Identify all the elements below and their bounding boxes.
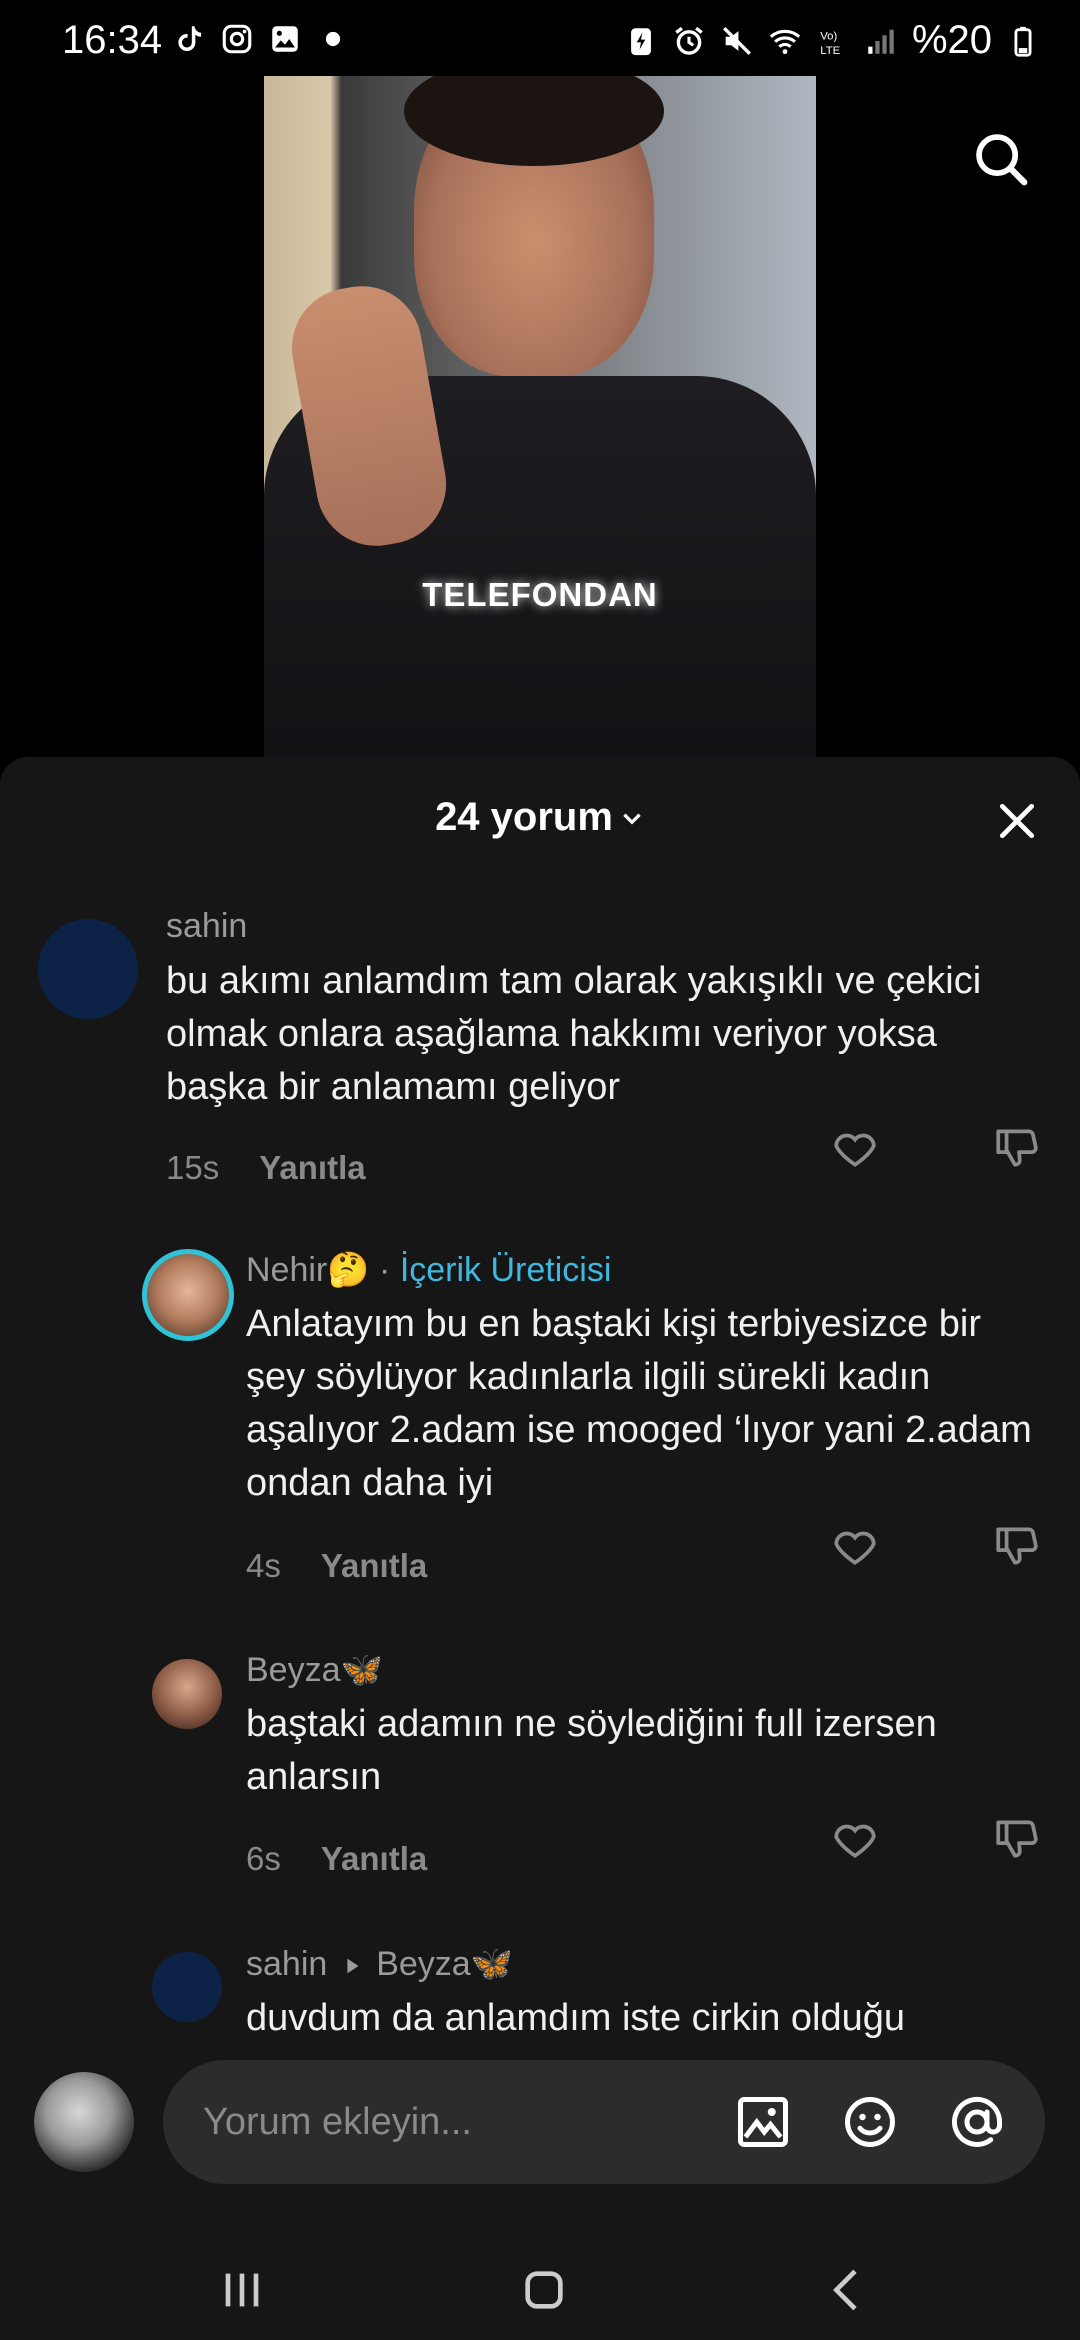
comment-username-text: Nehir🤔 <box>246 1251 370 1289</box>
comment-username[interactable]: sahin Beyza🦋 <box>246 1944 513 1984</box>
like-icon[interactable] <box>830 1123 880 1173</box>
reply-button[interactable]: Yanıtla <box>321 1840 427 1877</box>
comment-meta: 15s Yanıtla <box>166 1149 366 1187</box>
status-left-icons <box>172 22 350 56</box>
mute-icon <box>722 26 751 55</box>
battery-icon <box>1014 26 1032 57</box>
wifi-icon <box>769 29 801 54</box>
avatar[interactable] <box>152 1659 222 1729</box>
back-icon[interactable] <box>820 2262 876 2318</box>
status-bar: 16:34 Vo) LTE %20 <box>0 0 1080 80</box>
creator-badge: İçerik Üreticisi <box>399 1251 612 1289</box>
reply-button[interactable]: Yanıtla <box>321 1547 427 1584</box>
recent-apps-icon[interactable] <box>214 2262 270 2318</box>
avatar[interactable] <box>152 1952 222 2022</box>
like-icon[interactable] <box>830 1521 880 1571</box>
instagram-icon <box>222 24 252 54</box>
tiktok-icon <box>178 26 202 52</box>
emoji-icon[interactable] <box>840 2092 900 2152</box>
svg-text:LTE: LTE <box>820 44 840 56</box>
battery-saver-icon <box>631 27 651 55</box>
comment-time: 4s <box>246 1547 281 1584</box>
comment-text: baştaki adamın ne söylediğini full izers… <box>246 1703 937 1798</box>
comment-username[interactable]: sahin <box>166 907 247 946</box>
avatar[interactable] <box>142 1249 234 1341</box>
reply-to-username: Beyza🦋 <box>376 1945 514 1983</box>
battery-percent: %20 <box>911 18 992 62</box>
avatar[interactable] <box>34 2072 134 2172</box>
comment-username[interactable]: Nehir🤔 · İçerik Üreticisi <box>246 1250 611 1290</box>
search-icon[interactable] <box>970 128 1032 190</box>
comment-username[interactable]: Beyza🦋 <box>246 1650 383 1690</box>
video-caption: TELEFONDAN <box>422 576 658 613</box>
image-icon[interactable] <box>733 2092 793 2152</box>
volte-icon: Vo) LTE <box>820 30 840 56</box>
home-icon[interactable] <box>516 2262 572 2318</box>
reply-button[interactable]: Yanıtla <box>259 1149 365 1186</box>
comments-count-header[interactable]: 24 yorum <box>0 795 1080 840</box>
comment-input[interactable] <box>163 2060 1045 2184</box>
like-icon[interactable] <box>830 1814 880 1864</box>
gallery-icon <box>272 26 298 52</box>
username-separator: · <box>369 1251 400 1289</box>
video-player[interactable]: TELEFONDAN <box>264 76 816 758</box>
close-icon[interactable] <box>995 799 1039 843</box>
signal-icon <box>868 29 894 54</box>
dislike-icon[interactable] <box>992 1521 1042 1571</box>
status-right-icons: Vo) LTE %20 <box>624 18 1040 63</box>
mention-icon[interactable] <box>947 2092 1007 2152</box>
avatar[interactable] <box>38 919 138 1019</box>
reply-arrow-icon <box>347 1958 359 1974</box>
comment-text: duvdum da anlamdım iste cirkin olduğu <box>246 1997 906 2039</box>
comments-count: 24 yorum <box>435 795 613 839</box>
dislike-icon[interactable] <box>992 1814 1042 1864</box>
dislike-icon[interactable] <box>992 1123 1042 1173</box>
svg-text:Vo): Vo) <box>820 30 837 42</box>
comment-input-bar <box>0 2040 1080 2240</box>
dot-icon <box>325 31 341 47</box>
comment-time: 15s <box>166 1149 220 1186</box>
comment-text: Anlatayım bu en baştaki kişi terbiyesizc… <box>246 1303 1032 1504</box>
comment-text: bu akımı anlamdım tam olarak yakışıklı v… <box>166 960 982 1108</box>
alarm-icon <box>675 26 703 55</box>
chevron-down-icon <box>623 813 641 825</box>
comment-meta: 6s Yanıtla <box>246 1840 427 1878</box>
comment-meta: 4s Yanıtla <box>246 1547 427 1585</box>
system-nav-bar <box>0 2240 1080 2340</box>
comment-time: 6s <box>246 1840 281 1877</box>
comment-username-text: sahin <box>246 1945 328 1983</box>
status-time: 16:34 <box>62 18 163 62</box>
